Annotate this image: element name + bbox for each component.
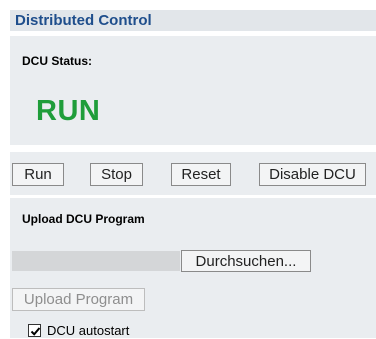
section-header: Distributed Control [10,10,376,31]
autostart-label: DCU autostart [47,323,130,338]
stop-button[interactable]: Stop [90,163,143,186]
section-title: Distributed Control [15,12,152,29]
status-panel: DCU Status: RUN [10,36,376,145]
checkmark-icon [30,327,41,336]
status-label: DCU Status: [22,54,93,68]
file-path-field[interactable] [12,251,180,271]
upload-heading: Upload DCU Program [22,212,145,226]
upload-program-button[interactable]: Upload Program [12,288,145,311]
reset-button[interactable]: Reset [171,163,231,186]
browse-button[interactable]: Durchsuchen... [181,250,311,272]
autostart-checkbox[interactable] [28,324,41,337]
disable-dcu-button[interactable]: Disable DCU [259,163,366,186]
run-button[interactable]: Run [12,163,64,186]
status-value: RUN [36,95,101,127]
